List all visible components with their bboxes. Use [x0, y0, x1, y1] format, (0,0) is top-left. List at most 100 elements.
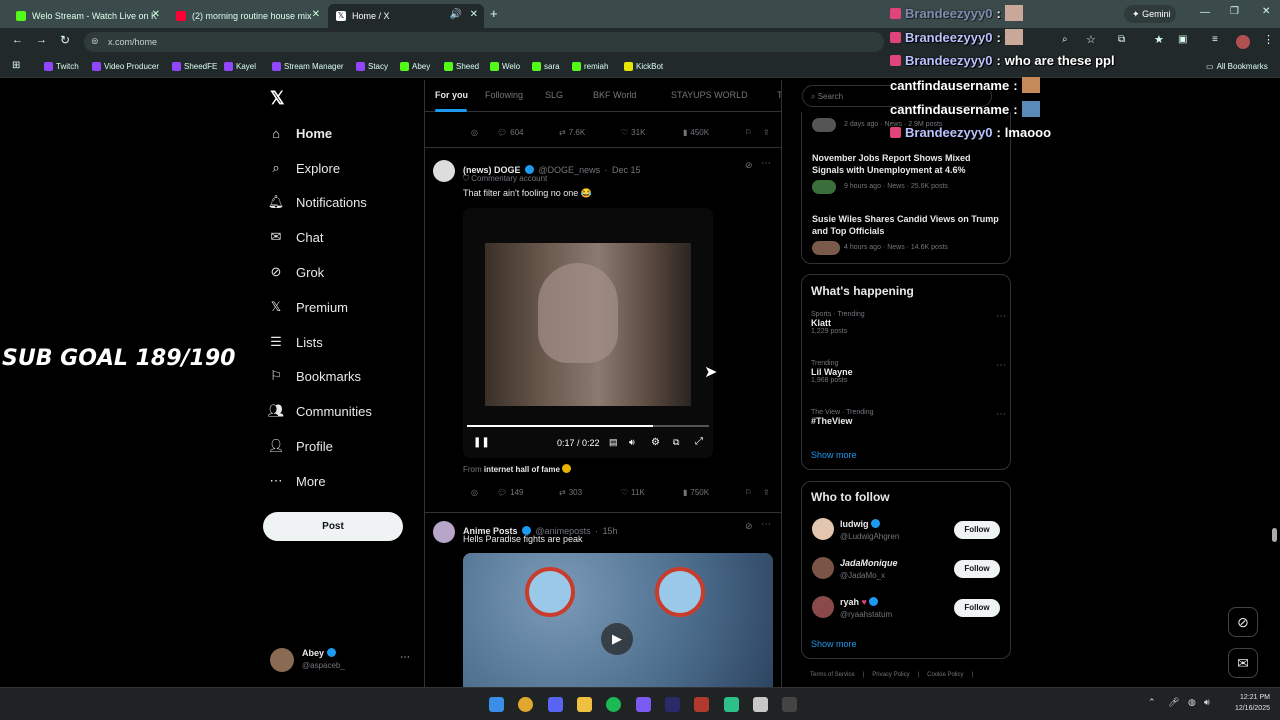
- extensions-icon[interactable]: ⧉: [1118, 34, 1125, 45]
- app-icon[interactable]: [636, 697, 651, 712]
- discord-icon[interactable]: [548, 697, 563, 712]
- share-icon[interactable]: ⇪: [763, 488, 770, 497]
- author-handle[interactable]: @DOGE_news: [538, 165, 600, 175]
- browser-tab-active[interactable]: 𝕏 Home / X 🔊 ✕: [328, 4, 484, 28]
- close-icon[interactable]: ✕: [470, 9, 478, 20]
- media-icon[interactable]: ≡: [1212, 34, 1218, 45]
- gemini-button[interactable]: ✦ Gemini: [1124, 5, 1176, 23]
- grok-float-button[interactable]: ⊘: [1228, 607, 1258, 637]
- follow-button[interactable]: Follow: [954, 521, 1000, 539]
- tab-bkf-world[interactable]: BKF World: [593, 90, 636, 100]
- menu-icon[interactable]: ⋮: [1263, 33, 1274, 46]
- x-logo-icon[interactable]: 𝕏: [270, 88, 285, 109]
- new-tab-button[interactable]: +: [490, 6, 498, 21]
- volume-icon[interactable]: 🔊︎: [1204, 697, 1210, 708]
- video-player[interactable]: ❚❚ 0:17 / 0:22 ▤ 🔊︎ ⚙ ⧉ ⤢: [463, 208, 713, 458]
- bookmark-item[interactable]: SheedFE: [172, 62, 217, 71]
- reload-icon[interactable]: ↻: [60, 33, 70, 47]
- bookmark-star-icon[interactable]: ★: [1154, 33, 1164, 46]
- nav-item-notifications[interactable]: 🔔︎ Notifications: [268, 194, 367, 210]
- tab-slg[interactable]: SLG: [545, 90, 563, 100]
- close-icon[interactable]: ✕: [152, 9, 160, 20]
- mic-icon[interactable]: 🎤︎: [1168, 697, 1179, 708]
- settings-icon[interactable]: ⚙: [651, 437, 660, 448]
- tweet[interactable]: Anime Posts @animeposts · 15h ⊘ ⋯ Hells …: [425, 513, 781, 687]
- spotify-icon[interactable]: [606, 697, 621, 712]
- app-icon[interactable]: [694, 697, 709, 712]
- nav-item-more[interactable]: ⋯ More: [268, 473, 326, 489]
- bookmark-item[interactable]: Stream Manager: [272, 62, 344, 71]
- browser-tab[interactable]: (2) morning routine house mix ✕: [168, 4, 326, 28]
- tweet[interactable]: (news) DOGE @DOGE_news · Dec 15 ⊘ ⋯ ⛉ Co…: [425, 148, 781, 510]
- file-explorer-icon[interactable]: [577, 697, 592, 712]
- messages-float-button[interactable]: ✉: [1228, 648, 1258, 678]
- account-switcher[interactable]: Abey @aspaceb_ ⋯: [270, 648, 415, 674]
- nav-item-home[interactable]: ⌂ Home: [268, 125, 332, 141]
- show-more-link[interactable]: Show more: [811, 639, 857, 649]
- more-icon[interactable]: ⋯: [761, 519, 771, 530]
- share-icon[interactable]: ⇪: [763, 128, 770, 137]
- follow-suggestion[interactable]: ludwig @LudwigAhgren Follow: [802, 518, 1012, 544]
- zoom-icon[interactable]: ⌕: [1062, 34, 1068, 45]
- app-icon[interactable]: [782, 697, 797, 712]
- sidepanel-icon[interactable]: ▣: [1178, 34, 1187, 45]
- play-icon[interactable]: ▶: [601, 623, 633, 655]
- tab-stayups-world[interactable]: STAYUPS WORLD: [671, 90, 748, 100]
- calculator-icon[interactable]: [753, 697, 768, 712]
- tab-truncated[interactable]: Ti: [777, 90, 781, 100]
- more-icon[interactable]: ⋯: [761, 158, 771, 169]
- captions-icon[interactable]: ▤: [609, 437, 618, 448]
- show-more-link[interactable]: Show more: [811, 450, 857, 460]
- app-icon[interactable]: [724, 697, 739, 712]
- more-icon[interactable]: ⋯: [996, 409, 1006, 420]
- star-icon[interactable]: ☆: [1086, 33, 1096, 46]
- views-icon[interactable]: ◎: [471, 488, 478, 497]
- trend-item[interactable]: Sports · Trending Klatt 1,229 posts ⋯: [811, 311, 1006, 351]
- nav-item-chat[interactable]: ✉ Chat: [268, 229, 324, 245]
- nav-item-grok[interactable]: ⊘ Grok: [268, 264, 325, 280]
- footer-link[interactable]: Privacy Policy: [872, 672, 909, 678]
- tab-following[interactable]: Following: [485, 90, 523, 100]
- follow-button[interactable]: Follow: [954, 560, 1000, 578]
- tweet-date[interactable]: 15h: [603, 526, 618, 536]
- more-icon[interactable]: ⋯: [996, 360, 1006, 371]
- more-icon[interactable]: ⋯: [996, 311, 1006, 322]
- bookmark-item[interactable]: sara: [532, 62, 560, 71]
- apps-icon[interactable]: ⊞: [12, 60, 20, 71]
- fullscreen-icon[interactable]: ⤢: [695, 436, 703, 447]
- profile-avatar[interactable]: [1236, 35, 1250, 49]
- reply-button[interactable]: 💬︎ 604: [497, 128, 524, 137]
- back-icon[interactable]: ←: [12, 34, 23, 46]
- browser-tab[interactable]: Welo Stream - Watch Live on K ✕: [8, 4, 166, 28]
- nav-item-lists[interactable]: ☰ Lists: [268, 334, 323, 350]
- forward-icon[interactable]: →: [36, 34, 47, 46]
- pip-icon[interactable]: ⧉: [673, 437, 679, 448]
- tab-for-you[interactable]: For you: [435, 90, 468, 100]
- follow-suggestion[interactable]: JadaMonique @JadaMo_x Follow: [802, 557, 1012, 583]
- maximize-icon[interactable]: ❐: [1230, 6, 1239, 17]
- window-close-icon[interactable]: ✕: [1262, 6, 1270, 17]
- scrollbar-thumb[interactable]: [1272, 528, 1277, 542]
- views-icon[interactable]: ◎: [471, 128, 478, 137]
- video-player[interactable]: ▶: [463, 553, 773, 687]
- tweet-date[interactable]: Dec 15: [612, 165, 641, 175]
- post-button[interactable]: Post: [263, 512, 403, 541]
- start-icon[interactable]: [489, 697, 504, 712]
- trend-item[interactable]: Trending Lil Wayne 1,968 posts ⋯: [811, 360, 1006, 400]
- premiere-icon[interactable]: [665, 697, 680, 712]
- repost-button[interactable]: ⇄ 303: [559, 488, 582, 497]
- grok-icon[interactable]: ⊘: [745, 160, 753, 171]
- bookmark-item[interactable]: Abey: [400, 62, 430, 71]
- chrome-icon[interactable]: [518, 697, 533, 712]
- pause-icon[interactable]: ❚❚: [473, 437, 490, 448]
- nav-item-premium[interactable]: 𝕏 Premium: [268, 299, 348, 315]
- bookmark-icon[interactable]: ⚐: [745, 128, 752, 137]
- reply-button[interactable]: 💬︎ 149: [497, 488, 524, 497]
- taskbar-clock[interactable]: 12:21 PM 12/16/2025: [1235, 692, 1270, 714]
- bookmark-item[interactable]: remiah: [572, 62, 608, 71]
- follow-suggestion[interactable]: ryah ♥ @ryaahstatum Follow: [802, 596, 1012, 622]
- news-title[interactable]: November Jobs Report Shows Mixed Signals…: [812, 152, 1002, 176]
- like-button[interactable]: ♡ 31K: [621, 128, 645, 137]
- bookmark-item[interactable]: Stacy: [356, 62, 388, 71]
- footer-link[interactable]: Terms of Service: [810, 672, 855, 678]
